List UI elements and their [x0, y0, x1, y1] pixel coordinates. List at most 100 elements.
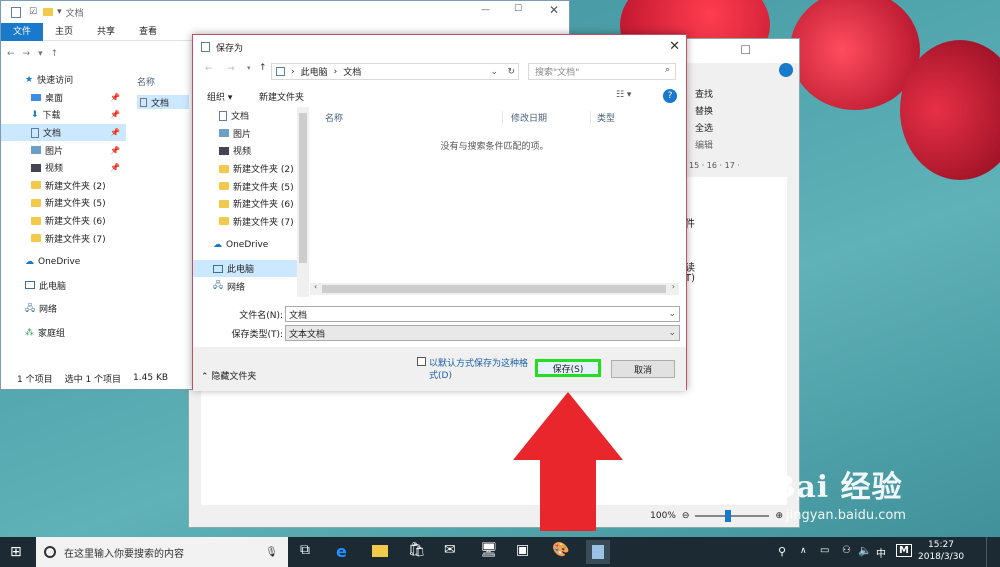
sidebar-item-network[interactable]: 🖧 网络 — [1, 300, 126, 318]
app-icon[interactable]: ▣ — [516, 542, 536, 562]
paint-icon[interactable]: 🎨 — [552, 542, 572, 562]
edge-icon[interactable]: e — [336, 542, 356, 562]
sidebar-item-documents[interactable]: 文档 📌 — [1, 123, 126, 142]
sidebar-item-folder-5[interactable]: 新建文件夹 (5) — [1, 194, 126, 212]
sidebar-item-folder-6[interactable]: 新建文件夹 (6) — [1, 212, 126, 230]
tab-home[interactable]: 主页 — [43, 23, 85, 41]
nav-folder-6[interactable]: 新建文件夹 (6) — [193, 195, 308, 213]
chevron-down-icon[interactable]: ⌄ — [668, 309, 676, 319]
column-header-name[interactable]: 名称 — [137, 75, 155, 88]
battery-icon[interactable]: ▭ — [820, 545, 829, 556]
tab-view[interactable]: 查看 — [127, 23, 169, 41]
ime-mode-indicator[interactable]: M — [896, 544, 912, 557]
sidebar-item-this-pc[interactable]: 此电脑 — [1, 277, 126, 295]
network-tray-icon[interactable]: ⚇ — [842, 545, 851, 556]
nav-folder-7[interactable]: 新建文件夹 (7) — [193, 213, 308, 231]
taskbar-search-input[interactable]: 在这里输入你要搜索的内容 — [64, 545, 184, 560]
forward-icon[interactable]: → — [227, 64, 235, 74]
file-item[interactable]: 文档 — [137, 95, 189, 109]
up-icon[interactable]: ↑ — [51, 49, 59, 59]
notepad-taskbar-icon[interactable] — [586, 540, 610, 564]
sidebar-item-folder-7[interactable]: 新建文件夹 (7) — [1, 229, 126, 247]
nav-network[interactable]: 🖧 网络 — [193, 277, 308, 295]
nav-videos[interactable]: 视频 — [193, 142, 308, 160]
forward-icon[interactable]: → — [23, 49, 31, 59]
microphone-icon[interactable]: 🎙 — [265, 547, 278, 558]
default-format-checkbox[interactable] — [417, 357, 426, 366]
find-button[interactable]: 查找 — [695, 87, 713, 100]
default-format-label-cont[interactable]: 式(D) — [429, 368, 452, 381]
maximize-icon[interactable]: ☐ — [740, 43, 751, 57]
store-icon[interactable]: 🛍 — [408, 542, 428, 562]
sidebar-item-pictures[interactable]: 图片 📌 — [1, 141, 126, 159]
help-icon[interactable]: ? — [663, 89, 677, 103]
sidebar-item-desktop[interactable]: 桌面 📌 — [1, 89, 126, 107]
filetype-select[interactable]: 文本文档 ⌄ — [285, 325, 680, 341]
nav-this-pc[interactable]: 此电脑 — [193, 259, 308, 278]
people-icon[interactable]: ⚲ — [778, 545, 786, 558]
hide-folders-toggle[interactable]: ⌃ 隐藏文件夹 — [201, 369, 256, 382]
chevron-down-icon[interactable]: ⌄ — [490, 67, 498, 77]
dropdown-icon[interactable]: ▾ — [57, 7, 62, 17]
quick-access-toolbar-icon[interactable] — [11, 6, 21, 18]
network-app-icon[interactable]: 🖥 — [480, 542, 500, 562]
back-icon[interactable]: ← — [205, 64, 213, 74]
taskbar-search[interactable]: 在这里输入你要搜索的内容 🎙 — [36, 537, 288, 567]
sidebar-item-quick-access[interactable]: ★ 快速访问 — [1, 71, 126, 89]
cancel-button[interactable]: 取消 — [611, 360, 675, 378]
file-explorer-icon[interactable] — [372, 545, 388, 557]
tray-arrow-icon[interactable]: ∧ — [800, 546, 807, 556]
zoom-slider[interactable] — [695, 510, 770, 522]
nav-pictures[interactable]: 图片 — [193, 125, 308, 143]
close-icon[interactable]: ✕ — [549, 3, 559, 17]
sidebar-item-homegroup[interactable]: ⁂ 家庭组 — [1, 324, 126, 342]
mail-icon[interactable]: ✉ — [444, 542, 464, 562]
volume-icon[interactable]: 🔈 — [858, 544, 872, 557]
nav-scrollbar[interactable] — [297, 107, 309, 297]
recent-icon[interactable]: ▾ — [247, 64, 251, 72]
clock-time[interactable]: 15:27 — [928, 540, 954, 550]
view-options-icon[interactable]: ☷ ▾ — [616, 90, 631, 100]
column-type[interactable]: 类型 — [590, 110, 615, 124]
refresh-icon[interactable]: ↻ — [507, 67, 515, 77]
new-folder-button[interactable]: 新建文件夹 — [259, 90, 304, 103]
sidebar-item-onedrive[interactable]: ☁ OneDrive — [1, 253, 126, 271]
checkmark-icon[interactable]: ☑ — [29, 7, 37, 17]
show-desktop-button[interactable] — [986, 537, 990, 567]
nav-folder-5[interactable]: 新建文件夹 (5) — [193, 177, 308, 195]
search-icon[interactable]: ⌕ — [665, 65, 670, 75]
save-button[interactable]: 保存(S) — [535, 359, 601, 377]
dialog-breadcrumb[interactable]: › 此电脑 › 文档 ⌄ ↻ — [271, 63, 519, 80]
sidebar-item-downloads[interactable]: ⬇ 下载 📌 — [1, 106, 126, 124]
recent-icon[interactable]: ▾ — [38, 49, 43, 59]
clock-date[interactable]: 2018/3/30 — [918, 552, 964, 562]
nav-documents[interactable]: 文档 — [193, 107, 308, 125]
up-icon[interactable]: ↑ — [259, 63, 267, 73]
sidebar-item-folder-2[interactable]: 新建文件夹 (2) — [1, 177, 126, 195]
maximize-icon[interactable]: ☐ — [514, 4, 522, 14]
help-icon[interactable] — [779, 63, 793, 77]
chevron-down-icon[interactable]: ⌄ — [668, 328, 676, 338]
organize-button[interactable]: 组织 ▾ — [207, 90, 232, 103]
nav-onedrive[interactable]: ☁ OneDrive — [193, 236, 308, 254]
file-list-scrollbar[interactable]: ‹ › — [310, 282, 679, 295]
zoom-out-icon[interactable]: ⊖ — [682, 511, 690, 521]
nav-folder-2[interactable]: 新建文件夹 (2) — [193, 160, 308, 178]
filename-input[interactable]: 文档 ⌄ — [285, 306, 680, 322]
tab-file[interactable]: 文件 — [1, 22, 44, 41]
minimize-icon[interactable]: — — [481, 5, 490, 15]
breadcrumb-this-pc[interactable]: 此电脑 — [301, 65, 328, 78]
ime-indicator[interactable]: 中 — [876, 545, 886, 560]
task-view-icon[interactable]: ⧉ — [300, 542, 320, 562]
search-input[interactable]: 搜索"文档" — [528, 63, 676, 80]
start-icon[interactable]: ⊞ — [10, 544, 22, 560]
breadcrumb-documents[interactable]: 文档 — [343, 65, 361, 78]
column-date-modified[interactable]: 修改日期 — [502, 110, 590, 124]
replace-button[interactable]: 替换 — [695, 104, 713, 117]
tab-share[interactable]: 共享 — [85, 23, 127, 41]
select-all-button[interactable]: 全选 — [695, 121, 713, 134]
close-icon[interactable]: ✕ — [669, 39, 680, 54]
back-icon[interactable]: ← — [7, 49, 15, 59]
column-name[interactable]: 名称 — [310, 111, 502, 124]
sidebar-item-videos[interactable]: 视频 📌 — [1, 159, 126, 177]
